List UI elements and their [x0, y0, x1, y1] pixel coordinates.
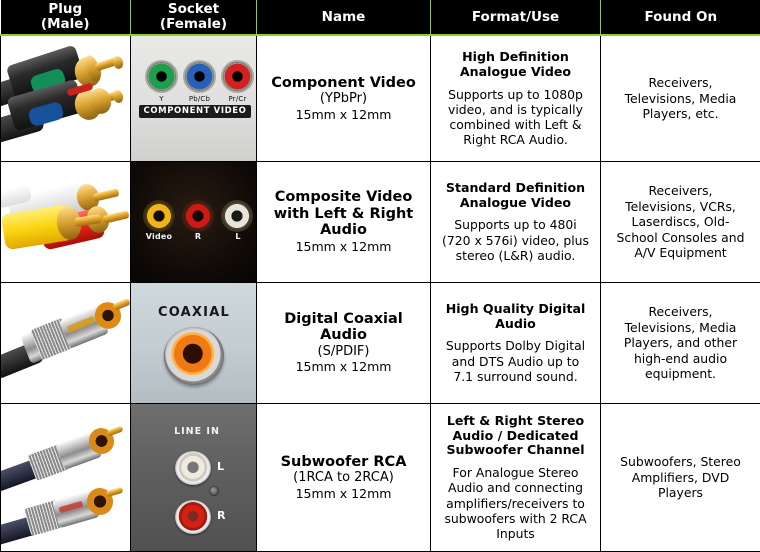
socket-jack-label-pb: Pb/Cb: [188, 95, 211, 104]
format-description: Supports up to 480i (720 x 576i) video, …: [442, 217, 589, 263]
connector-name-title: Subwoofer RCA: [280, 453, 407, 470]
cell-socket-component-video: Y Pb/Cb Pr/Cr COMPONENT VIDEO: [130, 34, 257, 162]
column-header-format-line1: Format/Use: [471, 8, 560, 25]
socket-title-coaxial: COAXIAL: [158, 304, 230, 320]
format-description: Supports up to 1080p video, and is typic…: [448, 86, 583, 147]
connector-comparison-table: Plug (Male) Socket (Female) Name Format/…: [0, 0, 760, 552]
format-title: High Quality Digital Audio: [445, 300, 586, 331]
connector-dimensions: 15mm x 12mm: [295, 359, 392, 375]
socket-jack-label-l: L: [235, 231, 241, 241]
format-description: Supports Dolby Digital and DTS Audio up …: [445, 338, 586, 384]
cell-name-composite-video: Composite Video with Left & Right Audio …: [256, 160, 431, 283]
cell-found-on-digital-coaxial: Receivers, Televisions, Media Players, a…: [600, 281, 760, 404]
cell-plug-subwoofer-rca: [0, 402, 131, 552]
connector-name-title: Composite Video with Left & Right Audio: [273, 189, 414, 239]
table-body: Y Pb/Cb Pr/Cr COMPONENT VIDEO Component …: [0, 34, 760, 552]
cell-plug-component-video: [0, 34, 131, 162]
connector-reference-table-page: Plug (Male) Socket (Female) Name Format/…: [0, 0, 760, 552]
connector-dimensions: 15mm x 12mm: [295, 238, 392, 254]
socket-title-component-video: COMPONENT VIDEO: [143, 106, 247, 117]
column-header-socket: Socket (Female): [130, 0, 257, 37]
format-description: For Analogue Stereo Audio and connecting…: [444, 465, 587, 541]
socket-title-line-in: LINE IN: [174, 425, 220, 437]
cell-name-component-video: Component Video (YPbPr) 15mm x 12mm: [256, 34, 431, 162]
column-header-plug-line2: (Male): [40, 16, 90, 33]
socket-jack-label-r: R: [194, 231, 202, 241]
column-header-plug: Plug (Male): [0, 0, 131, 37]
connector-name-subtitle: (1RCA to 2RCA): [293, 470, 394, 486]
socket-jack-label-r: R: [217, 508, 226, 522]
socket-jack-label-video: Video: [145, 231, 173, 241]
format-title: Left & Right Stereo Audio / Dedicated Su…: [446, 412, 585, 458]
header-row: Plug (Male) Socket (Female) Name Format/…: [0, 0, 760, 37]
cell-socket-composite-video: Video R L: [130, 160, 257, 283]
found-on-text: Subwoofers, Stereo Amplifiers, DVD Playe…: [620, 454, 741, 501]
subwoofer-rca-plug-photo: [1, 403, 130, 551]
cell-plug-composite-video: [0, 160, 131, 283]
cell-socket-digital-coaxial: COAXIAL: [130, 281, 257, 404]
connector-name-title: Digital Coaxial Audio: [284, 310, 403, 344]
connector-dimensions: 15mm x 12mm: [295, 106, 392, 122]
column-header-name-line1: Name: [321, 8, 366, 25]
column-header-plug-line1: Plug: [48, 1, 83, 17]
composite-video-plug-photo: [1, 161, 130, 282]
format-title: High Definition Analogue Video: [459, 48, 572, 79]
cell-socket-subwoofer-rca: LINE IN L R: [130, 402, 257, 552]
table-row: Video R L Composite Video with Left & Ri…: [0, 160, 760, 283]
format-title: Standard Definition Analogue Video: [445, 179, 586, 210]
cell-found-on-composite-video: Receivers, Televisions, VCRs, Laserdiscs…: [600, 160, 760, 283]
digital-coaxial-plug-photo: [1, 282, 130, 403]
cell-format-subwoofer-rca: Left & Right Stereo Audio / Dedicated Su…: [430, 402, 601, 552]
table-row: COAXIAL Digital Coaxial Audio (S/PDIF) 1…: [0, 281, 760, 404]
column-header-found-on: Found On: [600, 0, 760, 37]
connector-name-title: Component Video: [271, 74, 416, 91]
column-header-socket-line2: (Female): [159, 16, 228, 33]
cell-format-composite-video: Standard Definition Analogue Video Suppo…: [430, 160, 601, 283]
found-on-text: Receivers, Televisions, Media Players, a…: [623, 304, 738, 381]
subwoofer-rca-socket-photo: LINE IN L R: [131, 403, 256, 551]
cell-format-component-video: High Definition Analogue Video Supports …: [430, 34, 601, 162]
socket-jack-label-y: Y: [159, 95, 164, 104]
digital-coaxial-socket-photo: COAXIAL: [131, 282, 256, 403]
cell-name-subwoofer-rca: Subwoofer RCA (1RCA to 2RCA) 15mm x 12mm: [256, 402, 431, 552]
composite-video-socket-photo: Video R L: [131, 161, 256, 282]
component-video-socket-photo: Y Pb/Cb Pr/Cr COMPONENT VIDEO: [131, 36, 256, 161]
table-row: LINE IN L R Subwoofer RCA (1RCA to 2RCA)…: [0, 402, 760, 552]
cell-format-digital-coaxial: High Quality Digital Audio Supports Dolb…: [430, 281, 601, 404]
column-header-name: Name: [256, 0, 431, 37]
cell-found-on-subwoofer-rca: Subwoofers, Stereo Amplifiers, DVD Playe…: [600, 402, 760, 552]
found-on-text: Receivers, Televisions, Media Players, e…: [624, 75, 737, 122]
column-header-found-on-line1: Found On: [644, 8, 718, 25]
socket-jack-label-l: L: [217, 459, 225, 473]
table-row: Y Pb/Cb Pr/Cr COMPONENT VIDEO Component …: [0, 34, 760, 162]
column-header-format: Format/Use: [430, 0, 601, 37]
found-on-text: Receivers, Televisions, VCRs, Laserdiscs…: [616, 183, 745, 260]
table-header: Plug (Male) Socket (Female) Name Format/…: [0, 0, 760, 37]
column-header-socket-line1: Socket: [167, 1, 220, 17]
connector-name-subtitle: (S/PDIF): [317, 343, 370, 359]
cell-name-digital-coaxial: Digital Coaxial Audio (S/PDIF) 15mm x 12…: [256, 281, 431, 404]
connector-name-subtitle: (YPbPr): [319, 91, 368, 107]
panel-screw-icon: [209, 485, 219, 496]
cell-found-on-component-video: Receivers, Televisions, Media Players, e…: [600, 34, 760, 162]
cell-plug-digital-coaxial: [0, 281, 131, 404]
component-video-plug-photo: [1, 36, 130, 161]
connector-dimensions: 15mm x 12mm: [295, 485, 392, 501]
socket-jack-label-pr: Pr/Cr: [228, 95, 247, 104]
